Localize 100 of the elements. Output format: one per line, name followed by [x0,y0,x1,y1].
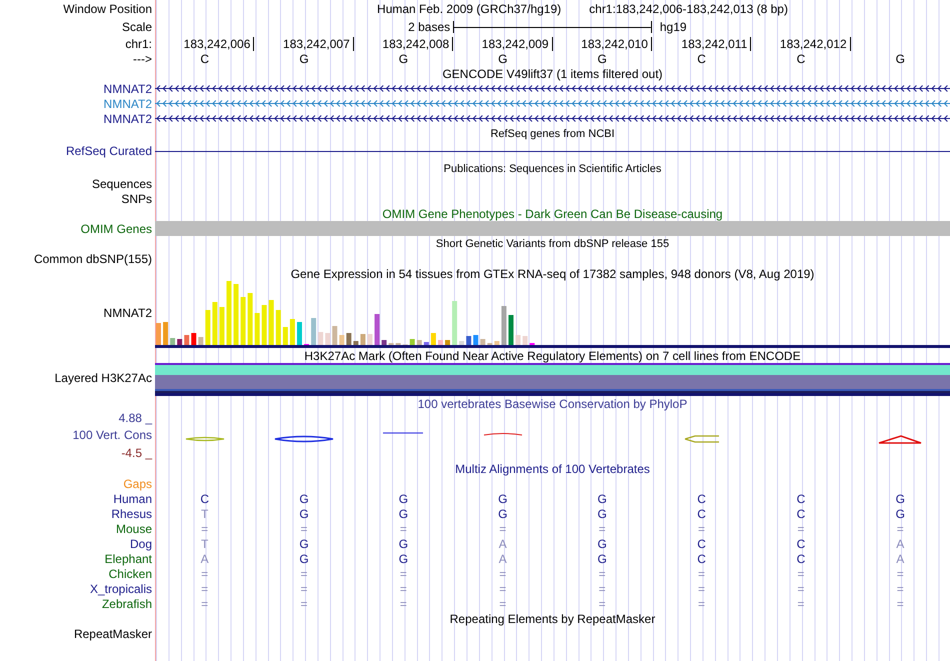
track-label[interactable]: Common dbSNP(155) [0,252,155,266]
species-label[interactable]: Human [0,492,155,506]
alignment-base: G [894,492,906,506]
conservation-wiggle-drawing [684,435,720,443]
alignment-base: = [697,566,706,580]
alignment-base: = [498,522,508,536]
conservation-wiggle-drawing [482,432,523,436]
alignment-base: C [796,552,806,566]
assembly-name: Human Feb. 2009 (GRCh37/hg19) [377,2,562,16]
track-label[interactable]: SNPs [0,192,155,206]
alignment-base: = [697,522,706,536]
alignment-base: = [896,582,905,596]
alignment-base: G [596,492,608,506]
conservation-wiggle-drawing [184,436,225,442]
alignment-base: G [596,552,608,566]
conservation-wiggle-drawing [274,435,334,443]
alignment-base: = [300,596,309,610]
track-title: Gene Expression in 54 tissues from GTEx RNA-seq of 17382 samples, 948 donors (V8, Aug 2019) [290,266,814,280]
alignment-base: G [298,536,310,550]
alignment-base: = [796,596,806,610]
base-letter: C [696,52,707,66]
alignment-base: = [200,522,210,536]
alignment-base: G [497,506,508,520]
track-label[interactable]: NMNAT2 [0,82,155,96]
alignment-base: = [796,582,806,596]
ruler-position: 183,242,012 [751,37,851,51]
alignment-base: C [696,552,707,566]
alignment-base: G [398,492,410,506]
alignment-base: G [398,536,410,550]
alignment-base: = [896,596,905,610]
track-label: chr1: [124,37,153,51]
track-label[interactable]: Layered H3K27Ac [0,371,155,385]
alignment-base: C [696,536,707,550]
scale-text: 2 bases [407,20,452,34]
alignment-base: A [895,536,906,550]
position-range: chr1:183,242,006-183,242,013 (8 bp) [589,2,788,16]
alignment-base: C [796,536,806,550]
alignment-base: = [398,522,408,536]
track-label[interactable]: 100 Vert. Cons [72,428,152,442]
base-letter: G [596,52,608,66]
alignment-base: C [796,506,806,520]
alignment-base: = [398,582,408,596]
alignment-base: G [298,492,310,506]
alignment-base: T [200,536,210,550]
species-label[interactable]: Elephant [0,552,155,566]
alignment-base: = [796,522,806,536]
track-label[interactable]: NMNAT2 [0,96,155,110]
alignment-base: G [398,506,410,520]
species-label[interactable]: Zebrafish [0,596,155,610]
alignment-base: C [796,492,806,506]
alignment-base: = [200,582,210,596]
alignment-base: = [200,596,210,610]
alignment-base: = [498,566,508,580]
track-label: Window Position [62,2,153,16]
alignment-base: C [199,492,210,506]
track-title: 100 vertebrates Basewise Conservation by PhyloP [418,396,688,410]
track-label[interactable]: OMIM Genes [0,222,155,236]
species-label[interactable]: X_tropicalis [0,582,155,596]
alignment-base: = [697,582,706,596]
conservation-wiggle-drawing [878,434,922,444]
alignment-base: A [200,552,210,566]
ruler-position: 183,242,011 [652,37,752,51]
species-label[interactable]: Rhesus [0,506,155,520]
base-letter: G [298,52,310,66]
alignment-base: = [200,566,210,580]
species-label[interactable]: Chicken [0,566,155,580]
ruler-position: 183,242,006 [155,37,254,51]
alignment-base: T [200,506,210,520]
track-label[interactable]: NMNAT2 [0,306,155,320]
track-title: OMIM Gene Phenotypes - Dark Green Can Be Disease-causing [382,206,723,220]
track-title: Publications: Sequences in Scientific Articles [444,162,662,174]
alignment-base: A [895,552,906,566]
alignment-base: C [696,506,707,520]
species-label[interactable]: Mouse [0,522,155,536]
alignment-base: = [598,582,607,596]
base-letter: G [497,52,508,66]
alignment-base: G [596,506,608,520]
track-label[interactable]: Sequences [0,176,155,190]
alignment-base: = [498,582,508,596]
track-label[interactable]: RepeatMasker [0,626,155,640]
base-letter: G [894,52,906,66]
strand-label: ---> [132,52,153,66]
track-title: Short Genetic Variants from dbSNP release 155 [436,238,670,250]
alignment-base: = [398,596,408,610]
track-label[interactable]: RefSeq Curated [0,144,155,158]
alignment-base: = [697,596,706,610]
track-title: Multiz Alignments of 100 Vertebrates [455,462,650,476]
track-label: Scale [120,20,153,34]
track-title: RefSeq genes from NCBI [490,128,615,140]
base-letter: G [398,52,410,66]
alignment-base: A [498,536,508,550]
base-letter: C [796,52,806,66]
species-label[interactable]: Dog [0,536,155,550]
alignment-base: G [497,492,508,506]
base-letter: C [199,52,210,66]
ruler-position: 183,242,010 [552,37,652,51]
alignment-base: = [896,566,905,580]
alignment-base: = [598,566,607,580]
ruler-position: 183,242,009 [453,37,552,51]
track-label[interactable]: NMNAT2 [0,112,155,126]
